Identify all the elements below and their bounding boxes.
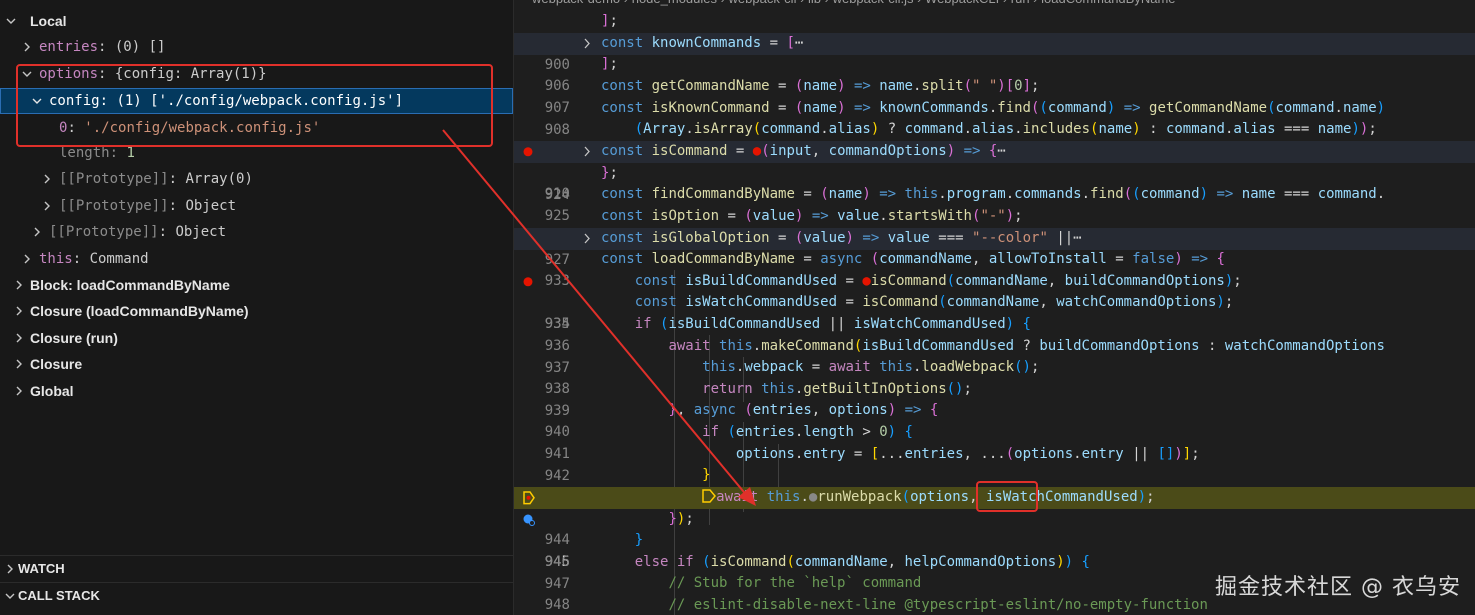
code-line[interactable]: 937 await this.makeCommand(isBuildComman… <box>514 336 1475 376</box>
scope-label: Closure (run) <box>30 330 118 346</box>
code-line[interactable]: 933 const loadCommandByName = async (com… <box>514 249 1475 289</box>
variable-value: Object <box>185 198 237 214</box>
chevron-right-icon <box>20 246 32 272</box>
code-line[interactable]: 906 ]; <box>514 54 1475 94</box>
chevron-right-icon <box>12 378 24 404</box>
code-line[interactable]: 927 const isGlobalOption = (value) => va… <box>514 228 1475 268</box>
variable-name: [[Prototype]] <box>49 224 159 240</box>
variable-name: this <box>39 251 73 267</box>
code-line[interactable]: 908 const isKnownCommand = (name) => kno… <box>514 98 1475 138</box>
scope-row[interactable]: Closure (loadCommandByName) <box>0 298 513 324</box>
chevron-right-icon <box>3 556 15 582</box>
code-line[interactable]: 941 if (entries.length > 0) { <box>514 422 1475 462</box>
variable-value: Object <box>175 224 227 240</box>
code-line-current[interactable]: 945 }); <box>514 509 1475 570</box>
variable-row-prototype-object[interactable]: [[Prototype]]: Object <box>0 193 513 219</box>
fold-chevron-icon[interactable] <box>582 141 594 163</box>
variable-value: Command <box>89 251 149 267</box>
breakpoint-icon[interactable] <box>522 141 536 163</box>
fold-chevron-icon[interactable] <box>582 228 594 250</box>
annotation-box-options <box>16 64 493 147</box>
local-scope-label: Local <box>30 13 67 29</box>
code-line[interactable]: 942 options.entry = [...entries, ...(opt… <box>514 444 1475 484</box>
chevron-right-icon <box>40 166 52 192</box>
variable-name: [[Prototype]] <box>59 171 169 187</box>
code-line[interactable]: 926 const isOption = (value) => value.st… <box>514 206 1475 246</box>
chevron-right-icon <box>40 193 52 219</box>
code-line[interactable]: 907 const getCommandName = (name) => nam… <box>514 76 1475 116</box>
scope-label: Block: loadCommandByName <box>30 277 230 293</box>
code-line[interactable]: 939 return this.getBuiltInOptions(); <box>514 379 1475 419</box>
variable-name: entries <box>39 39 99 55</box>
code-line[interactable]: 940 }, async (entries, options) => { <box>514 400 1475 440</box>
chevron-right-icon <box>12 351 24 377</box>
scope-label: Closure (loadCommandByName) <box>30 303 249 319</box>
variables-panel: Local entries: (0) [] options: {config: … <box>0 0 514 615</box>
call-stack-section-label: CALL STACK <box>18 588 100 603</box>
code-line[interactable]: 925 const findCommandByName = (name) => … <box>514 184 1475 224</box>
breadcrumb[interactable]: webpack-demo › node_modules › webpack-cl… <box>514 0 1475 10</box>
inline-pointer-icon <box>702 489 717 505</box>
local-scope-header[interactable]: Local <box>0 8 513 34</box>
code-line[interactable]: 899 ]; <box>514 11 1475 51</box>
variable-value: Array(0) <box>185 171 253 187</box>
scope-label: Global <box>30 383 74 399</box>
scope-row[interactable]: Closure (run) <box>0 325 513 351</box>
debug-pointer-icon[interactable] <box>522 487 536 509</box>
watermark: 掘金技术社区 @ 衣乌安 <box>1215 575 1461 600</box>
code-editor[interactable]: webpack-demo › node_modules › webpack-cl… <box>514 0 1475 615</box>
fold-chevron-icon[interactable] <box>582 33 594 55</box>
variable-row-this[interactable]: this: Command <box>0 246 513 272</box>
chevron-right-icon <box>12 272 24 298</box>
variable-row-prototype-object-2[interactable]: [[Prototype]]: Object <box>0 219 513 245</box>
chevron-down-icon <box>4 8 16 34</box>
variable-row-entries[interactable]: entries: (0) [] <box>0 34 513 60</box>
code-line[interactable]: 935 const isWatchCommandUsed = isCommand… <box>514 292 1475 332</box>
code-line[interactable]: 934 const isBuildCommandUsed = ●isComman… <box>514 271 1475 332</box>
chevron-down-icon <box>3 583 15 609</box>
code-line[interactable]: 910 const isCommand = ●(input, commandOp… <box>514 141 1475 202</box>
variable-name: length <box>59 145 110 161</box>
code-line[interactable]: 938 this.webpack = await this.loadWebpac… <box>514 357 1475 397</box>
code-line[interactable]: 936 if (isBuildCommandUsed || isWatchCom… <box>514 314 1475 354</box>
variable-value: (0) [] <box>114 39 166 55</box>
scope-row[interactable]: Global <box>0 378 513 404</box>
code-line[interactable]: 900 const knownCommands = [⋯ <box>514 33 1475 73</box>
watch-section-header[interactable]: WATCH <box>0 556 513 582</box>
chevron-right-icon <box>30 219 42 245</box>
logpoint-icon[interactable] <box>522 509 536 531</box>
scope-label: Closure <box>30 356 83 372</box>
chevron-right-icon <box>20 34 32 60</box>
breakpoint-icon[interactable] <box>522 271 536 293</box>
code-line[interactable]: 924 }; <box>514 163 1475 203</box>
scope-row[interactable]: Block: loadCommandByName <box>0 272 513 298</box>
variable-row-prototype-array[interactable]: [[Prototype]]: Array(0) <box>0 166 513 192</box>
watch-section-label: WATCH <box>18 561 65 576</box>
variable-name: [[Prototype]] <box>59 198 169 214</box>
chevron-right-icon <box>12 298 24 324</box>
variable-value: 1 <box>126 145 135 161</box>
chevron-right-icon <box>12 325 24 351</box>
call-stack-section-header[interactable]: CALL STACK <box>0 583 513 609</box>
annotation-box-runwebpack-options <box>976 481 1038 512</box>
code-line[interactable]: 909 (Array.isArray(command.alias) ? comm… <box>514 119 1475 159</box>
code-line[interactable]: 946 } <box>514 530 1475 570</box>
scope-row[interactable]: Closure <box>0 351 513 377</box>
